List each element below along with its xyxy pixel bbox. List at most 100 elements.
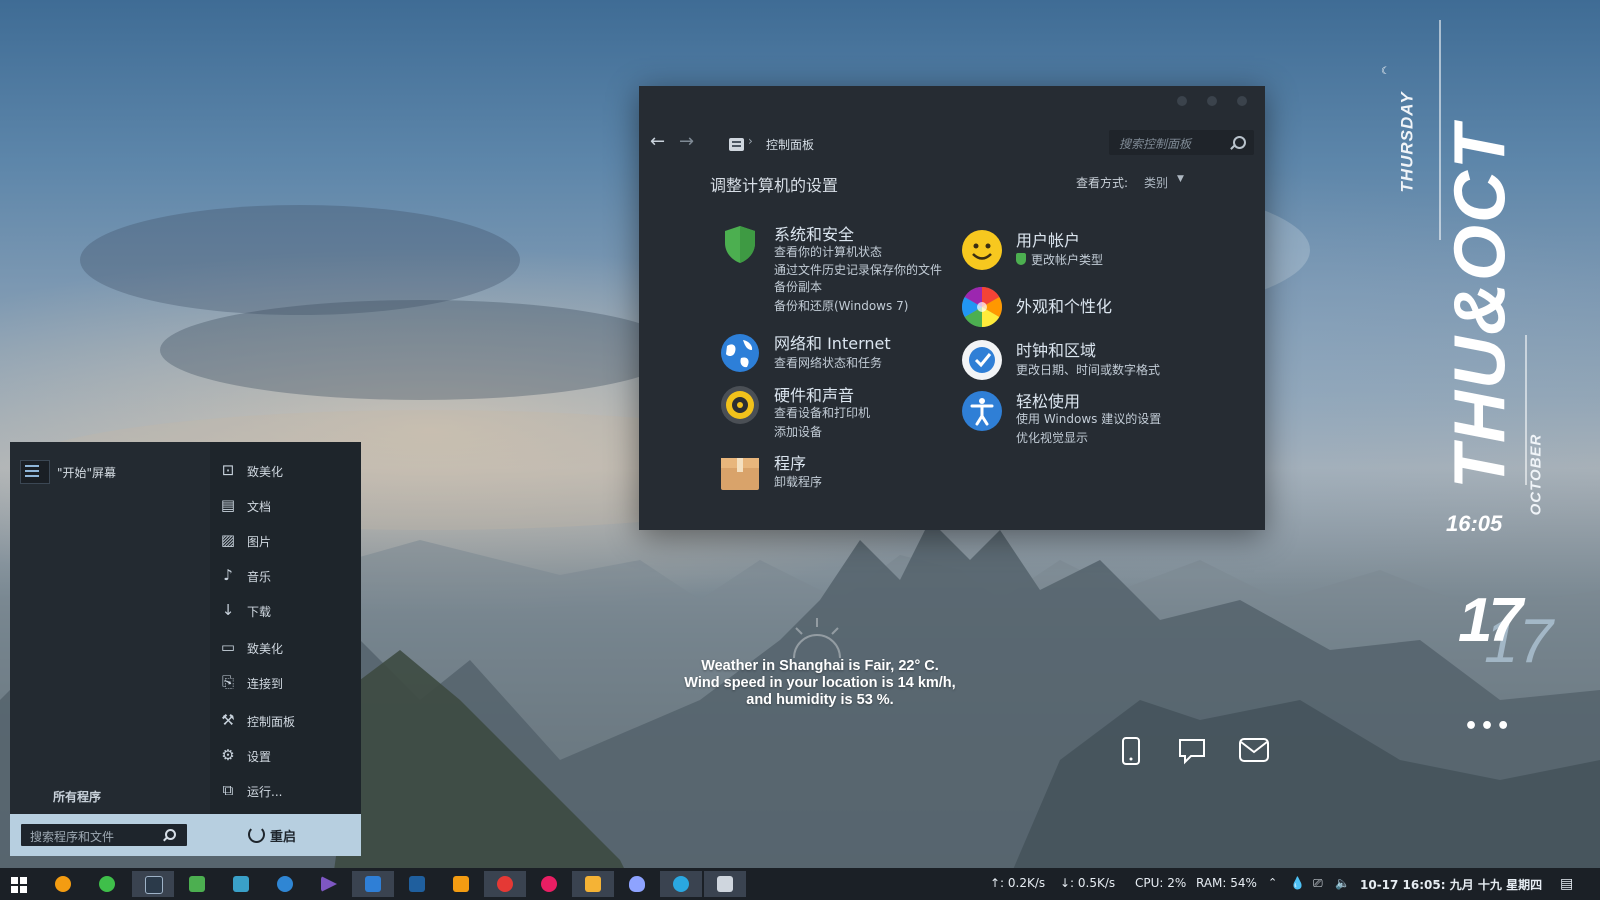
category-title[interactable]: 轻松使用 (1016, 388, 1080, 412)
taskbar-app-terminal[interactable] (396, 871, 438, 897)
volume-icon[interactable]: 🔈 (1335, 876, 1350, 890)
network-icon[interactable]: ⎚ (1313, 876, 1323, 891)
search-placeholder[interactable]: 搜索控制面板 (1119, 135, 1191, 152)
music-app-icon (497, 876, 513, 892)
taskbar-app-qq[interactable] (616, 871, 658, 897)
chevron-down-icon[interactable]: ▼ (1177, 174, 1184, 184)
category-title[interactable]: 时钟和区域 (1016, 337, 1096, 361)
taskbar-app-edge[interactable] (660, 871, 702, 897)
category-link[interactable]: 使用 Windows 建议的设置 (1016, 410, 1161, 427)
notification-icon[interactable]: ▤ (1560, 876, 1573, 892)
taskbar-app-player[interactable] (308, 871, 350, 897)
breadcrumb-control-panel[interactable]: 控制面板 (766, 136, 814, 153)
day-month-text: THU&OCT (1440, 123, 1521, 489)
run-icon: ⧉ (222, 781, 234, 799)
breadcrumb-separator: › (748, 134, 753, 148)
search-icon[interactable] (165, 829, 176, 840)
weekday-label: THURSDAY (1398, 88, 1422, 198)
start-search-input[interactable]: 搜索程序和文件 (21, 824, 187, 846)
start-button[interactable] (0, 871, 42, 897)
taskbar-app-1[interactable] (42, 871, 84, 897)
user-icon: ⊡ (221, 461, 235, 479)
search-placeholder[interactable]: 搜索程序和文件 (30, 828, 114, 845)
taskbar-app-paint[interactable] (264, 871, 306, 897)
start-item-run[interactable]: ⧉ 运行... (210, 776, 361, 806)
category-link[interactable]: 更改帐户类型 (1031, 251, 1103, 268)
computer-icon: ▭ (220, 638, 236, 656)
category-title[interactable]: 用户帐户 (1016, 227, 1080, 251)
smiley-face-icon (962, 230, 1002, 270)
download-speed: ↓: 0.5K/s (1060, 876, 1116, 890)
forward-arrow-icon[interactable]: → (679, 131, 694, 152)
category-link[interactable]: 添加设备 (774, 423, 822, 440)
start-screen-icon[interactable] (20, 460, 50, 484)
category-link[interactable]: 通过文件历史记录保存你的文件 (774, 261, 942, 278)
more-options-icon[interactable]: ••• (1464, 714, 1512, 739)
start-screen-link[interactable]: "开始"屏幕 (57, 464, 116, 481)
start-item-documents[interactable]: ▤ 文档 (210, 491, 361, 521)
category-link[interactable]: 查看你的计算机状态 (774, 243, 882, 260)
weather-line: and humidity is 53 %. (746, 692, 894, 708)
chevron-up-icon[interactable]: ⌃ (1268, 876, 1277, 889)
wechat-icon (99, 876, 115, 892)
taskbar-app-notepad[interactable] (352, 871, 394, 897)
app-icon (453, 876, 469, 892)
control-panel-search-box[interactable]: 搜索控制面板 (1109, 130, 1254, 155)
taskbar-app-explorer[interactable] (572, 871, 614, 897)
minimize-button[interactable] (1177, 96, 1187, 106)
taskbar-app-10[interactable] (440, 871, 482, 897)
start-item-connect[interactable]: ⎘ 连接到 (210, 668, 361, 698)
clock-icon (962, 340, 1002, 380)
shield-icon (1016, 253, 1026, 265)
taskbar-app-4[interactable] (176, 871, 218, 897)
picture-icon: ▨ (220, 531, 236, 549)
start-item-pictures[interactable]: ▨ 图片 (210, 526, 361, 556)
drop-icon[interactable]: 💧 (1290, 876, 1305, 890)
close-button[interactable] (1237, 96, 1247, 106)
category-title[interactable]: 网络和 Internet (774, 330, 891, 354)
taskbar-app-photos[interactable] (220, 871, 262, 897)
start-item-user[interactable]: ⊡ 致美化 (210, 456, 361, 486)
all-programs-link[interactable]: 所有程序 (53, 788, 101, 805)
gear-icon: ⚙ (221, 746, 235, 764)
restart-icon[interactable] (248, 826, 265, 843)
mail-icon[interactable] (1238, 736, 1270, 764)
category-link[interactable]: 备份副本 (774, 278, 822, 295)
taskbar-app-photoshop[interactable] (132, 871, 174, 897)
category-link[interactable]: 更改日期、时间或数字格式 (1016, 361, 1160, 378)
category-title[interactable]: 硬件和声音 (774, 382, 854, 406)
window-titlebar[interactable] (639, 86, 1265, 124)
navigation-bar: ← → › 控制面板 搜索控制面板 (639, 124, 1265, 162)
search-icon[interactable] (1233, 136, 1246, 149)
back-arrow-icon[interactable]: ← (650, 131, 665, 152)
phone-icon[interactable] (1120, 736, 1142, 766)
taskbar-app-12[interactable] (528, 871, 570, 897)
start-menu: "开始"屏幕 所有程序 ⊡ 致美化 ▤ 文档 ▨ 图片 ♪ 音乐 ↓ 下载 ▭ 致美化 ⎘ 连… (10, 442, 361, 856)
maximize-button[interactable] (1207, 96, 1217, 106)
start-item-music[interactable]: ♪ 音乐 (210, 561, 361, 591)
weather-line: Weather in Shanghai is Fair, 22° C. (701, 658, 939, 674)
category-link[interactable]: 卸载程序 (774, 473, 822, 490)
view-by-dropdown[interactable]: 类别 (1144, 174, 1168, 191)
start-item-computer[interactable]: ▭ 致美化 (210, 633, 361, 663)
taskbar-app-netease-music[interactable] (484, 871, 526, 897)
category-title[interactable]: 外观和个性化 (1016, 293, 1112, 317)
restart-button[interactable]: 重启 (270, 826, 296, 845)
category-link[interactable]: 查看网络状态和任务 (774, 354, 882, 371)
category-title[interactable]: 程序 (774, 450, 806, 474)
start-item-control-panel[interactable]: ⚒ 控制面板 (210, 706, 361, 736)
category-link[interactable]: 优化视觉显示 (1016, 429, 1088, 446)
chat-icon[interactable] (1177, 736, 1207, 766)
clock-datetime[interactable]: 10-17 16:05: 九月 十九 星期四 (1360, 876, 1542, 893)
music-icon: ♪ (223, 566, 233, 584)
start-item-label: 设置 (247, 750, 272, 764)
start-item-settings[interactable]: ⚙ 设置 (210, 741, 361, 771)
category-title[interactable]: 系统和安全 (774, 221, 854, 245)
taskbar-app-control-panel[interactable] (704, 871, 746, 897)
app-icon (541, 876, 557, 892)
category-link[interactable]: 查看设备和打印机 (774, 404, 870, 421)
taskbar-app-wechat[interactable] (86, 871, 128, 897)
weather-line: Wind speed in your location is 14 km/h, (684, 675, 956, 691)
category-link[interactable]: 备份和还原(Windows 7) (774, 297, 908, 314)
start-item-downloads[interactable]: ↓ 下载 (210, 596, 361, 626)
